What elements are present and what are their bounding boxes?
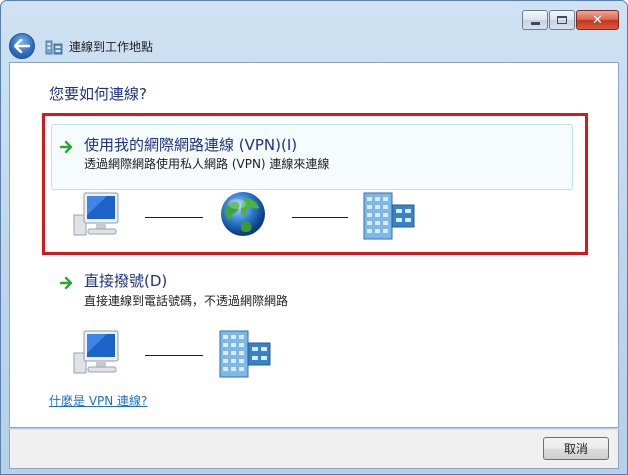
maximize-button[interactable]: [549, 10, 575, 30]
page-heading: 您要如何連線?: [49, 85, 147, 103]
cancel-button[interactable]: 取消: [543, 437, 609, 460]
minimize-icon: [530, 21, 540, 25]
close-button[interactable]: ✕: [576, 10, 619, 30]
content-panel: 您要如何連線? 使用我的網際網路連線 (VPN)(I) 透過網際網路使用私人網路…: [9, 62, 619, 428]
minimize-button[interactable]: [522, 10, 548, 30]
maximize-icon: [557, 16, 567, 24]
title-bar[interactable]: ✕: [1, 1, 627, 31]
network-connection-icon: [45, 37, 63, 55]
navigation-bar: 連線到工作地點: [9, 31, 619, 61]
option-arrow-icon: [60, 276, 73, 290]
building-icon: [219, 330, 271, 378]
window-title: 連線到工作地點: [69, 39, 154, 54]
back-button[interactable]: [9, 33, 35, 59]
caption-buttons: ✕: [522, 10, 619, 30]
globe-icon: [221, 192, 265, 236]
connector-line: [292, 217, 348, 218]
computer-icon: [73, 330, 119, 374]
building-icon: [363, 192, 415, 240]
option-arrow-icon: [60, 140, 73, 154]
what-is-vpn-link[interactable]: 什麼是 VPN 連線?: [49, 392, 147, 409]
dialog-window: ✕ 連線到工作地點 您要如何連線? 使用我的網際網路連線 (VPN)(I) 透過…: [0, 0, 628, 475]
option-vpn-title[interactable]: 使用我的網際網路連線 (VPN)(I): [84, 134, 297, 155]
dialog-footer: 取消: [9, 429, 619, 469]
option-dialup-description: 直接連線到電話號碼，不透過網際網路: [84, 294, 289, 308]
back-arrow-icon: [14, 39, 30, 53]
connector-line: [145, 355, 203, 356]
connector-line: [145, 217, 203, 218]
computer-icon: [73, 192, 119, 236]
option-dialup-title[interactable]: 直接撥號(D): [84, 270, 167, 291]
option-vpn-description: 透過網際網路使用私人網路 (VPN) 連線來連線: [84, 157, 330, 171]
close-icon: ✕: [592, 12, 603, 28]
